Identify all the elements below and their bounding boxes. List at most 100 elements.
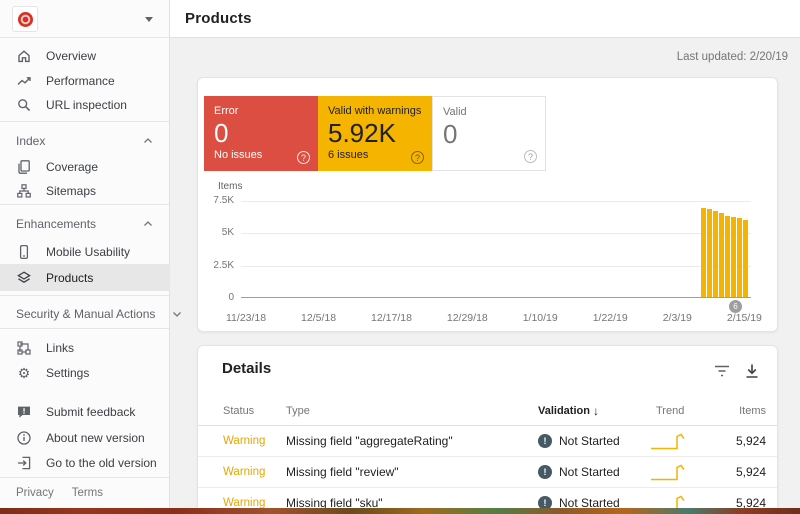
x-axis-label: 2/3/19 xyxy=(663,312,692,324)
chevron-down-icon xyxy=(169,310,185,318)
valid-with-warnings-card[interactable]: Valid with warnings 5.92K 6 issues ? xyxy=(318,96,432,171)
exit-to-app-icon xyxy=(16,455,32,471)
x-axis-label: 12/29/18 xyxy=(447,312,488,324)
sidebar-item-performance[interactable]: Performance xyxy=(0,69,170,93)
items-bar-chart: 6 xyxy=(241,201,751,298)
mobile-phone-icon xyxy=(16,244,32,260)
col-validation[interactable]: Validation ↓ xyxy=(538,404,599,418)
app-bar: Products xyxy=(170,0,800,38)
terms-link[interactable]: Terms xyxy=(72,487,103,499)
not-started-icon: ! xyxy=(538,465,552,479)
col-type[interactable]: Type xyxy=(286,405,310,417)
valid-card[interactable]: Valid 0 ? xyxy=(432,96,546,171)
status-warning: Warning xyxy=(223,435,265,447)
sidebar-item-label: Products xyxy=(46,271,93,285)
error-card[interactable]: Error 0 No issues ? xyxy=(204,96,318,171)
table-row[interactable]: Warning Missing field "review" ! Not Sta… xyxy=(198,457,777,488)
chart-bar xyxy=(713,211,718,297)
info-icon xyxy=(16,430,32,446)
x-axis-label: 2/15/19 xyxy=(727,312,762,324)
card-value: 5.92K xyxy=(328,118,422,148)
property-selector[interactable] xyxy=(0,0,169,38)
chevron-up-icon xyxy=(140,220,156,228)
sidebar-item-sitemaps[interactable]: Sitemaps xyxy=(0,179,170,203)
help-icon[interactable]: ? xyxy=(411,151,424,164)
sidebar-item-submit-feedback[interactable]: Submit feedback xyxy=(0,400,170,424)
sidebar-item-label: Go to the old version xyxy=(46,456,157,470)
summary-cards: Error 0 No issues ? Valid with warnings … xyxy=(204,96,546,171)
help-icon[interactable]: ? xyxy=(524,150,537,163)
col-trend[interactable]: Trend xyxy=(656,405,684,417)
card-value: 0 xyxy=(214,118,308,148)
gear-icon: ⚙ xyxy=(16,365,32,381)
trend-sparkline xyxy=(650,462,690,484)
site-logo-icon xyxy=(18,12,33,27)
col-items[interactable]: Items xyxy=(739,405,766,417)
chart-bar xyxy=(731,217,736,297)
details-panel: Details Status Type Validation ↓ Trend I… xyxy=(197,345,778,514)
card-subtext: 6 issues xyxy=(328,149,422,161)
sidebar-item-label: Performance xyxy=(46,74,115,88)
validation-status: ! Not Started xyxy=(538,465,620,479)
sidebar: Overview Performance URL inspection Inde… xyxy=(0,0,170,514)
card-label: Valid xyxy=(443,106,535,118)
last-updated: Last updated: 2/20/19 xyxy=(677,51,788,63)
y-axis-label: 5K xyxy=(200,227,234,238)
search-icon xyxy=(16,97,32,113)
card-value: 0 xyxy=(443,119,535,149)
sidebar-footer: Privacy Terms xyxy=(16,487,103,499)
sidebar-item-settings[interactable]: ⚙ Settings xyxy=(0,361,170,385)
help-icon[interactable]: ? xyxy=(297,151,310,164)
x-axis-label: 1/10/19 xyxy=(523,312,558,324)
filter-icon[interactable] xyxy=(713,362,731,380)
sidebar-item-mobile-usability[interactable]: Mobile Usability xyxy=(0,240,170,264)
y-axis-label: 2.5K xyxy=(200,260,234,271)
divider xyxy=(0,477,169,478)
download-icon[interactable] xyxy=(743,362,761,380)
sidebar-item-coverage[interactable]: Coverage xyxy=(0,155,170,179)
sidebar-section-index[interactable]: Index xyxy=(0,129,170,153)
not-started-icon: ! xyxy=(538,434,552,448)
sidebar-item-overview[interactable]: Overview xyxy=(0,44,170,68)
sidebar-section-security[interactable]: Security & Manual Actions xyxy=(0,302,170,326)
feedback-icon xyxy=(16,404,32,420)
issue-type: Missing field "review" xyxy=(286,465,399,479)
sidebar-item-label: Submit feedback xyxy=(46,405,135,419)
sidebar-item-label: Links xyxy=(46,341,74,355)
divider xyxy=(0,328,169,329)
validation-status: ! Not Started xyxy=(538,434,620,448)
card-subtext: No issues xyxy=(214,149,308,161)
chart-bar xyxy=(743,220,748,297)
sidebar-item-links[interactable]: Links xyxy=(0,336,170,360)
sidebar-item-label: About new version xyxy=(46,431,145,445)
sidebar-item-label: Mobile Usability xyxy=(46,245,130,259)
sidebar-item-label: Overview xyxy=(46,49,96,63)
divider xyxy=(0,121,169,122)
trending-up-icon xyxy=(16,73,32,89)
items-count: 5,924 xyxy=(736,434,766,448)
sidebar-item-about-new-version[interactable]: About new version xyxy=(0,426,170,450)
dropdown-caret-icon xyxy=(145,17,153,22)
sidebar-section-enhancements[interactable]: Enhancements xyxy=(0,212,170,236)
sidebar-item-label: Settings xyxy=(46,366,89,380)
card-label: Valid with warnings xyxy=(328,105,422,117)
sidebar-item-go-to-old-version[interactable]: Go to the old version xyxy=(0,451,170,475)
validation-label: Not Started xyxy=(559,465,620,479)
sitemap-tree-icon xyxy=(16,183,32,199)
status-warning: Warning xyxy=(223,466,265,478)
y-axis-label: 0 xyxy=(200,292,234,303)
x-axis-label: 12/5/18 xyxy=(301,312,336,324)
chart-bar xyxy=(737,218,742,297)
table-row[interactable]: Warning Missing field "aggregateRating" … xyxy=(198,426,777,457)
section-label: Index xyxy=(16,134,45,148)
trend-sparkline xyxy=(650,431,690,453)
chart-bar xyxy=(707,209,712,297)
sidebar-item-products[interactable]: Products xyxy=(0,264,170,291)
privacy-link[interactable]: Privacy xyxy=(16,487,54,499)
col-status[interactable]: Status xyxy=(223,405,254,417)
chart-x-axis-ticks: 11/23/1812/5/1812/17/1812/29/181/10/191/… xyxy=(226,312,762,324)
sidebar-item-url-inspection[interactable]: URL inspection xyxy=(0,93,170,117)
chart-bar xyxy=(719,213,724,297)
coverage-pages-icon xyxy=(16,159,32,175)
divider xyxy=(0,204,169,205)
